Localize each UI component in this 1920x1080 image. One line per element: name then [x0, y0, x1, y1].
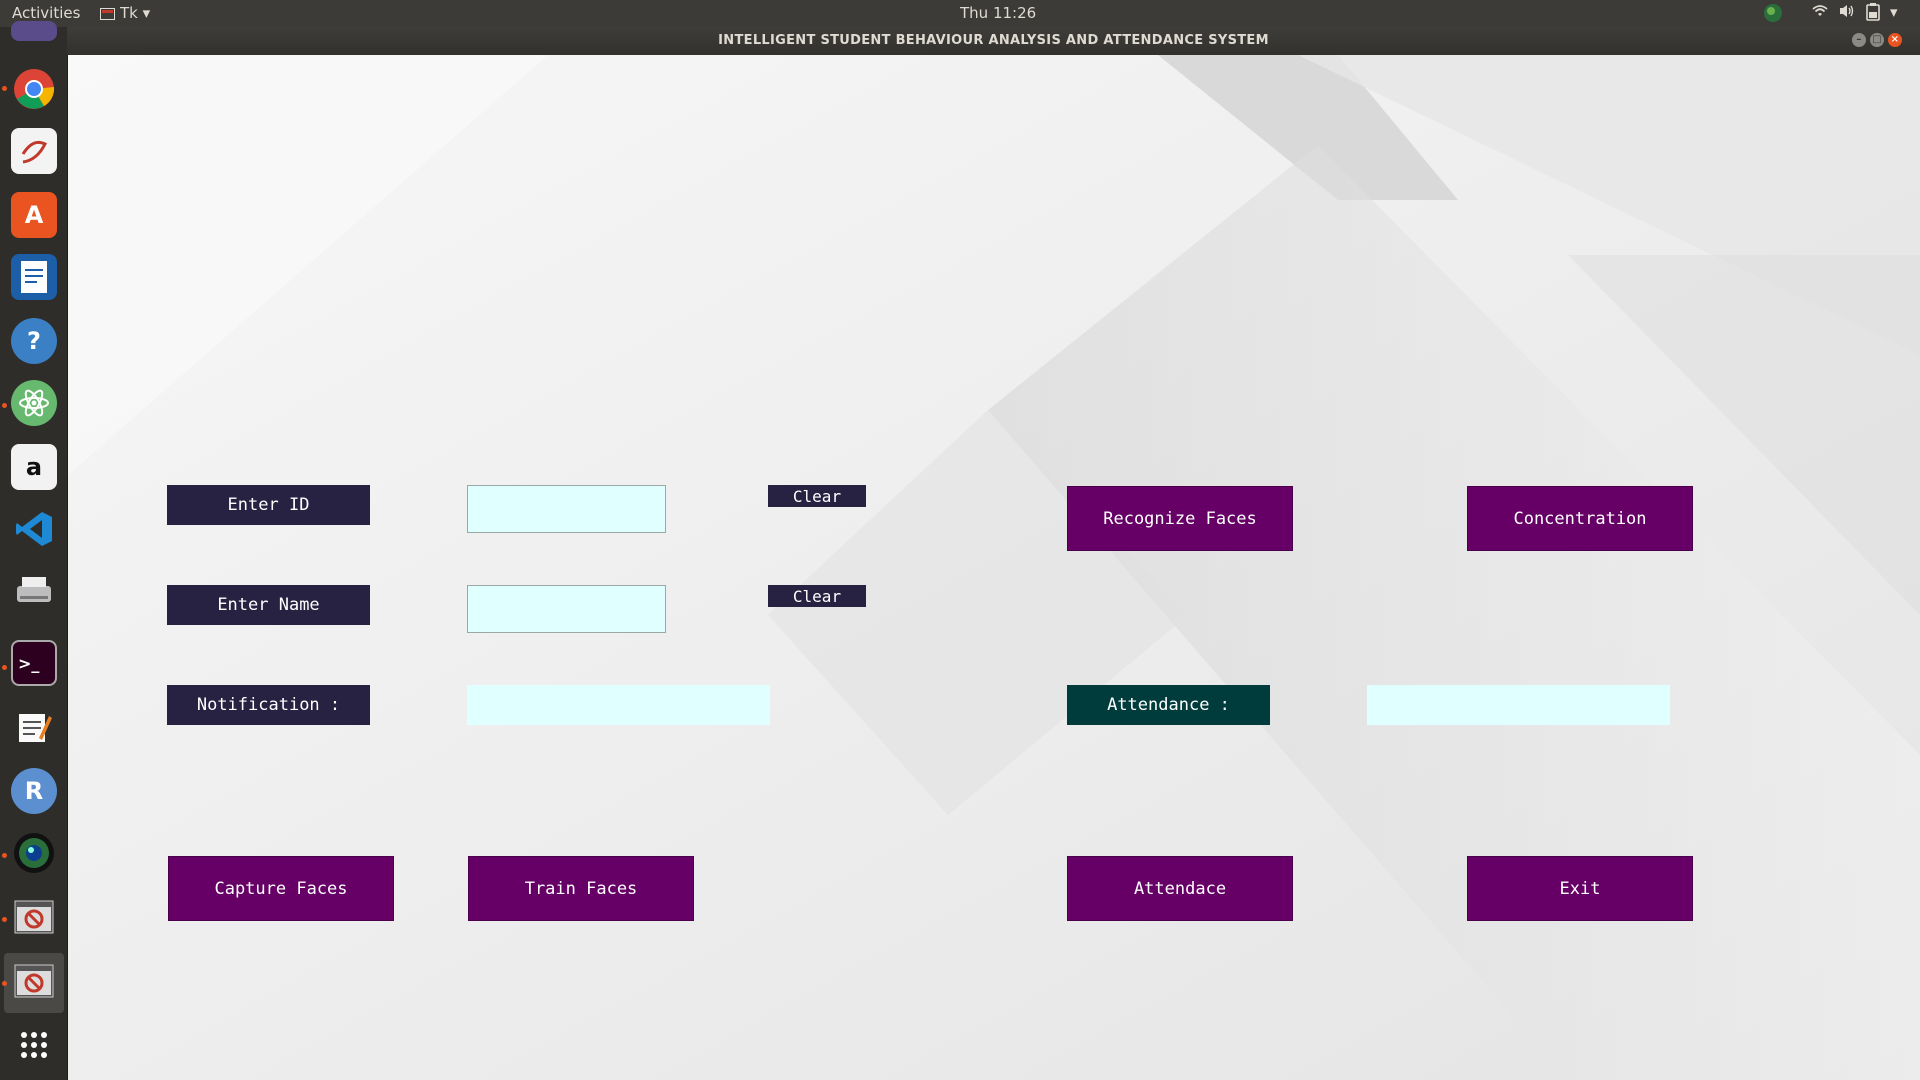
attendance-display	[1367, 685, 1670, 725]
camera-app-icon[interactable]	[11, 830, 57, 876]
system-menu-chevron-icon[interactable]: ▾	[1890, 3, 1898, 21]
minimize-icon[interactable]: –	[1852, 33, 1866, 47]
launcher-dock: A ? a >_ R	[0, 21, 68, 1080]
window-title-bar[interactable]: INTELLIGENT STUDENT BEHAVIOUR ANALYSIS A…	[67, 27, 1920, 55]
clock[interactable]: Thu 11:26	[960, 4, 1036, 22]
running-indicator	[2, 86, 7, 91]
id-entry[interactable]	[467, 485, 666, 533]
maximize-icon[interactable]: □	[1870, 33, 1884, 47]
writer-icon[interactable]	[11, 254, 57, 300]
battery-icon[interactable]	[1866, 3, 1880, 25]
capture-faces-button[interactable]: Capture Faces	[168, 856, 394, 921]
tk-window-active-icon[interactable]	[11, 958, 57, 1004]
running-indicator	[2, 403, 7, 408]
clear-name-button[interactable]: Clear	[768, 585, 866, 607]
running-indicator	[2, 853, 7, 858]
scanner-icon[interactable]	[11, 568, 57, 614]
amazon-icon[interactable]: a	[11, 444, 57, 490]
system-top-bar: Activities Tk ▾ Thu 11:26 ▾	[0, 0, 1920, 27]
attendace-button[interactable]: Attendace	[1067, 856, 1293, 921]
notification-message	[467, 685, 770, 725]
window-icon	[100, 7, 115, 20]
running-indicator	[2, 665, 7, 670]
enter-id-label: Enter ID	[167, 485, 370, 525]
name-entry[interactable]	[467, 585, 666, 633]
globe-icon[interactable]	[1763, 3, 1783, 27]
chrome-icon[interactable]	[11, 66, 57, 112]
clear-id-button[interactable]: Clear	[768, 485, 866, 507]
app-menu[interactable]: Tk ▾	[100, 4, 150, 22]
volume-icon[interactable]	[1838, 3, 1856, 23]
text-editor-icon[interactable]	[11, 704, 57, 750]
atom-icon[interactable]	[11, 380, 57, 426]
exit-button[interactable]: Exit	[1467, 856, 1693, 921]
window-title: INTELLIGENT STUDENT BEHAVIOUR ANALYSIS A…	[718, 33, 1269, 48]
notification-label: Notification :	[167, 685, 370, 725]
attendance-label: Attendance :	[1067, 685, 1270, 725]
app-window: Enter ID Clear Enter Name Clear Notifica…	[68, 55, 1920, 1080]
r-icon[interactable]: R	[11, 768, 57, 814]
help-icon[interactable]: ?	[11, 318, 57, 364]
wifi-icon[interactable]	[1812, 3, 1828, 23]
software-center-icon[interactable]: A	[11, 192, 57, 238]
close-icon[interactable]: ×	[1888, 33, 1902, 47]
app-grid-icon[interactable]	[11, 1022, 57, 1068]
vscode-icon[interactable]	[11, 506, 57, 552]
train-faces-button[interactable]: Train Faces	[468, 856, 694, 921]
document-viewer-icon[interactable]	[11, 128, 57, 174]
terminal-icon[interactable]: >_	[11, 640, 57, 686]
concentration-button[interactable]: Concentration	[1467, 486, 1693, 551]
enter-name-label: Enter Name	[167, 585, 370, 625]
partial-app-icon[interactable]	[11, 21, 57, 41]
running-indicator	[2, 981, 7, 986]
activities-button[interactable]: Activities	[12, 4, 80, 22]
background-image	[68, 55, 1920, 1080]
running-indicator	[2, 917, 7, 922]
recognize-faces-button[interactable]: Recognize Faces	[1067, 486, 1293, 551]
tk-window-icon[interactable]	[11, 894, 57, 940]
app-menu-label: Tk	[120, 4, 138, 22]
